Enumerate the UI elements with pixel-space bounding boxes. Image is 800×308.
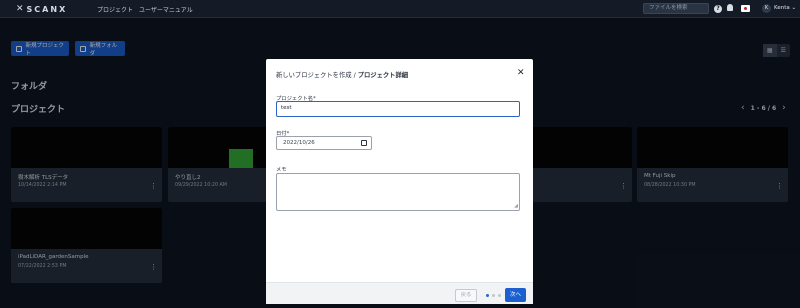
breadcrumb-prefix: 新しいプロジェクトを作成 / — [276, 72, 358, 79]
dialog-footer: 戻る 次へ — [266, 282, 533, 304]
help-icon[interactable]: ? — [714, 5, 722, 13]
step-dot — [498, 294, 501, 297]
nav-item-projects[interactable]: プロジェクト — [97, 5, 133, 14]
avatar[interactable]: K — [762, 4, 771, 13]
date-field[interactable]: 2022/10/26 — [276, 136, 372, 150]
logo-text: SCANX — [26, 4, 68, 14]
main-nav: プロジェクト ユーザーマニュアル — [97, 5, 193, 14]
dialog-title: 新しいプロジェクトを作成 / プロジェクト詳細 — [276, 70, 408, 79]
project-name-field[interactable]: test — [276, 101, 520, 117]
next-button[interactable]: 次へ — [505, 288, 526, 302]
calendar-icon[interactable] — [361, 140, 367, 146]
back-button[interactable]: 戻る — [455, 289, 477, 302]
user-menu[interactable]: Kenta ⌄ — [774, 5, 796, 11]
breadcrumb-current: プロジェクト詳細 — [357, 72, 409, 79]
step-indicator — [486, 294, 501, 297]
date-value: 2022/10/26 — [283, 140, 315, 146]
logo-icon: ✕ — [16, 4, 24, 14]
memo-label: メモ — [276, 167, 287, 173]
step-dot — [492, 294, 495, 297]
search-input[interactable]: ファイルを検索 — [643, 3, 709, 14]
memo-field[interactable]: ◢ — [276, 173, 520, 211]
create-project-dialog: 新しいプロジェクトを作成 / プロジェクト詳細 ✕ プロジェクト名* test … — [266, 59, 533, 304]
close-icon[interactable]: ✕ — [517, 68, 525, 78]
nav-item-user-manual[interactable]: ユーザーマニュアル — [139, 5, 193, 14]
japan-flag-icon[interactable] — [741, 5, 750, 12]
top-bar: ✕ SCANX プロジェクト ユーザーマニュアル ファイルを検索 ? K Ken… — [0, 0, 800, 18]
resize-handle-icon[interactable]: ◢ — [514, 203, 518, 209]
logo[interactable]: ✕ SCANX — [16, 4, 67, 14]
step-dot-active — [486, 294, 489, 297]
bell-icon[interactable] — [727, 4, 733, 11]
